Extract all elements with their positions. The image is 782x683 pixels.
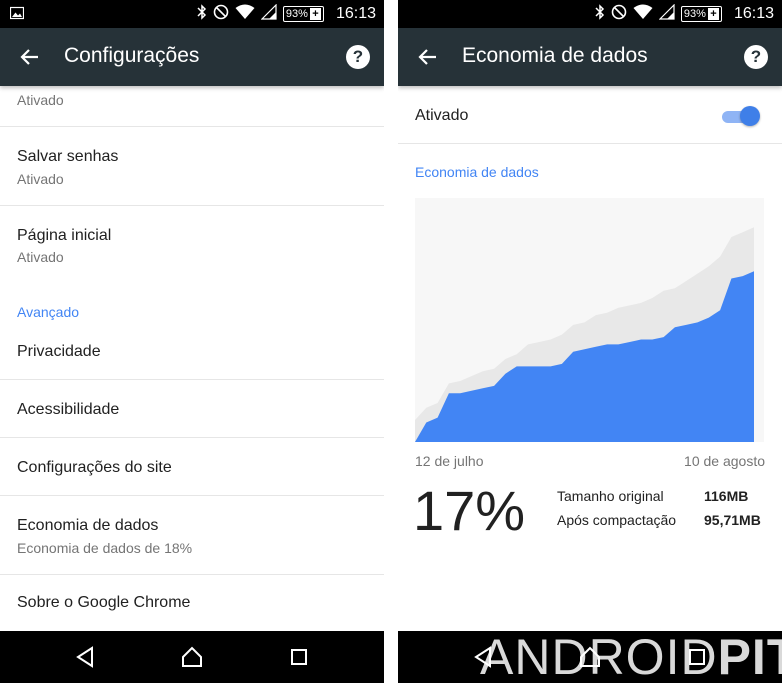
list-item-partial[interactable]: Ativado — [0, 86, 384, 127]
back-arrow-icon[interactable] — [416, 45, 440, 69]
list-item-title: Economia de dados — [17, 517, 159, 534]
list-item-title: Salvar senhas — [17, 148, 119, 165]
battery-indicator: 93% + — [282, 6, 324, 22]
compressed-size-label: Após compactação — [557, 512, 677, 528]
section-header-advanced: Avançado — [17, 304, 80, 320]
clock: 16:13 — [733, 5, 774, 22]
chart-start-label: 12 de julho — [415, 453, 484, 469]
chart-end-label: 10 de agosto — [684, 453, 765, 469]
list-item-save-passwords[interactable]: Salvar senhas Ativado — [0, 127, 384, 206]
wifi-icon — [633, 4, 653, 24]
battery-level: 93% — [683, 8, 706, 20]
gallery-notification-icon — [9, 6, 25, 25]
signal-icon — [658, 3, 675, 24]
bluetooth-icon — [197, 4, 207, 24]
app-bar: Economia de dados ? — [398, 28, 782, 86]
page-title: Economia de dados — [462, 44, 648, 67]
toggle-label: Ativado — [415, 107, 469, 124]
list-item-title: Sobre o Google Chrome — [17, 594, 191, 611]
data-saver-toggle[interactable] — [720, 106, 760, 126]
status-bar: 93% + 16:13 — [0, 0, 384, 28]
list-item-subtitle: Ativado — [17, 92, 64, 108]
settings-screen: 93% + 16:13 Configurações ? Ativado Salva… — [0, 0, 384, 683]
home-nav-icon[interactable] — [180, 645, 204, 669]
watermark-text-bold: PIT — [717, 629, 782, 683]
list-item-site-settings[interactable]: Configurações do site — [0, 438, 384, 496]
androidpit-watermark: ANDROIDPIT — [480, 628, 782, 683]
list-item-about-chrome[interactable]: Sobre o Google Chrome — [0, 575, 384, 633]
charging-icon: + — [707, 8, 719, 20]
clock: 16:13 — [335, 5, 376, 22]
section-header-data-saver: Economia de dados — [415, 164, 539, 180]
original-size-label: Tamanho original — [557, 488, 664, 504]
list-item-home-page[interactable]: Página inicial Ativado — [0, 206, 384, 292]
battery-indicator: 93% + — [680, 6, 722, 22]
toggle-row[interactable]: Ativado — [398, 86, 782, 144]
signal-icon — [260, 3, 277, 24]
list-item-title: Privacidade — [17, 343, 101, 360]
watermark-text-light: ANDROID — [480, 629, 718, 683]
original-size-value: 116MB — [704, 488, 749, 504]
list-item-subtitle: Ativado — [17, 249, 64, 265]
list-item-data-saver[interactable]: Economia de dados Economia de dados de 1… — [0, 496, 384, 575]
data-savings-chart — [415, 198, 764, 442]
list-item-title: Acessibilidade — [17, 401, 120, 418]
do-not-disturb-icon — [611, 4, 627, 24]
help-icon[interactable]: ? — [744, 45, 768, 69]
toggle-thumb — [740, 106, 760, 126]
list-item-subtitle: Economia de dados de 18% — [17, 540, 193, 556]
wifi-icon — [235, 4, 255, 24]
list-item-title: Página inicial — [17, 227, 112, 244]
compressed-size-value: 95,71MB — [704, 512, 761, 528]
charging-icon: + — [309, 8, 321, 20]
back-nav-icon[interactable] — [74, 645, 98, 669]
battery-level: 93% — [285, 8, 308, 20]
bluetooth-icon — [595, 4, 605, 24]
screenshot-stage: 93% + 16:13 Configurações ? Ativado Salva… — [0, 0, 782, 683]
help-icon[interactable]: ? — [346, 45, 370, 69]
list-item-title: Configurações do site — [17, 459, 172, 476]
page-title: Configurações — [64, 44, 200, 67]
recents-nav-icon[interactable] — [287, 645, 311, 669]
data-saver-screen: 93% + 16:13 Economia de dados ? Ativado E… — [398, 0, 782, 683]
do-not-disturb-icon — [213, 4, 229, 24]
back-arrow-icon[interactable] — [18, 45, 42, 69]
list-item-accessibility[interactable]: Acessibilidade — [0, 380, 384, 438]
list-item-privacy[interactable]: Privacidade — [0, 324, 384, 380]
list-item-subtitle: Ativado — [17, 171, 64, 187]
navigation-bar — [0, 631, 384, 683]
savings-percent: 17% — [413, 479, 526, 542]
app-bar: Configurações ? — [0, 28, 384, 86]
status-bar: 93% + 16:13 — [398, 0, 782, 28]
